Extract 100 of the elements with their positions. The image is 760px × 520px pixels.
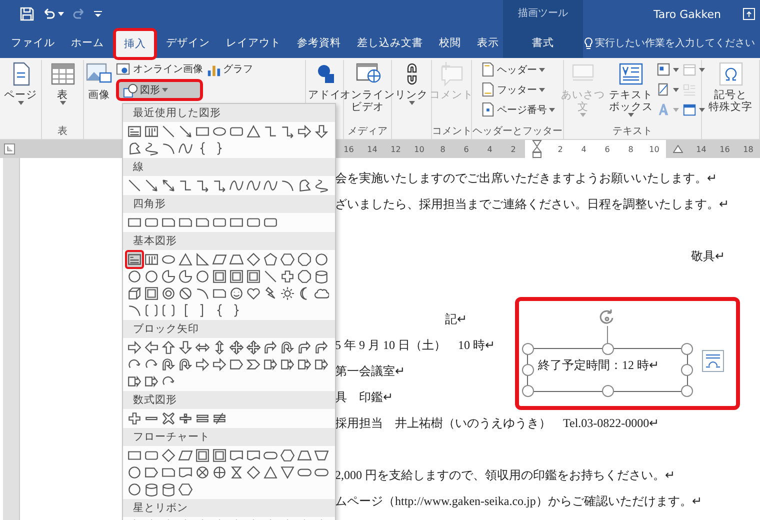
- cylinder-icon[interactable]: [144, 482, 159, 497]
- frame-icon[interactable]: [212, 269, 227, 284]
- save-icon[interactable]: [20, 7, 34, 21]
- circle-icon[interactable]: [195, 269, 210, 284]
- frame-icon[interactable]: [229, 269, 244, 284]
- oval-icon[interactable]: [212, 124, 227, 139]
- indent-marker-icon[interactable]: [532, 140, 542, 158]
- curve-icon[interactable]: [229, 178, 244, 193]
- parallelogram-icon[interactable]: [212, 252, 227, 267]
- elbow-connector-icon[interactable]: [263, 124, 278, 139]
- u-turn-arrow-icon[interactable]: [161, 357, 176, 372]
- arrow-line-icon[interactable]: [144, 178, 159, 193]
- frame-icon[interactable]: [212, 448, 227, 463]
- four-way-arrow-icon[interactable]: [246, 340, 261, 355]
- triangle-icon[interactable]: [263, 465, 278, 480]
- trapezoid-icon[interactable]: [229, 252, 244, 267]
- scribble-icon[interactable]: [314, 178, 329, 193]
- diamond-icon[interactable]: [161, 448, 176, 463]
- pentagon-arrow-icon[interactable]: [229, 357, 244, 372]
- ribbon-tab[interactable]: 表示: [470, 28, 506, 58]
- resize-handle[interactable]: [522, 364, 534, 376]
- freeform-icon[interactable]: [127, 141, 142, 156]
- document-shape-icon[interactable]: [178, 465, 193, 480]
- arrow-callout-icon[interactable]: [144, 374, 159, 389]
- undo-icon[interactable]: [42, 7, 56, 21]
- ribbon-button[interactable]: 記号と 特殊文字: [708, 60, 754, 113]
- ribbon-tab[interactable]: 参考資料: [290, 28, 348, 58]
- right-arrow-icon[interactable]: [212, 357, 227, 372]
- ribbon-button[interactable]: グラフ: [206, 60, 253, 78]
- cloud-icon[interactable]: [314, 286, 329, 301]
- text-box-icon[interactable]: [125, 250, 144, 269]
- ribbon-button[interactable]: テキスト ボックス: [608, 60, 654, 117]
- oval-icon[interactable]: [161, 252, 176, 267]
- arrow-callout-icon[interactable]: [280, 357, 295, 372]
- parallelogram-icon[interactable]: [178, 448, 193, 463]
- circle-icon[interactable]: [144, 269, 159, 284]
- document-shape-icon[interactable]: [229, 448, 244, 463]
- u-turn-arrow-icon[interactable]: [178, 357, 193, 372]
- right-arrow-icon[interactable]: [195, 357, 210, 372]
- rectangle-icon[interactable]: [195, 124, 210, 139]
- elbow-arrow-icon[interactable]: [280, 124, 295, 139]
- tab-selector-icon[interactable]: [4, 143, 15, 155]
- cylinder-icon[interactable]: [314, 269, 329, 284]
- vertical-text-box-icon[interactable]: [144, 252, 159, 267]
- pie-icon[interactable]: [161, 269, 176, 284]
- divide-icon[interactable]: [178, 411, 193, 426]
- pie-icon[interactable]: [178, 269, 193, 284]
- ribbon-button[interactable]: ヘッダー: [480, 60, 555, 79]
- circle-icon[interactable]: [127, 482, 142, 497]
- not-equal-icon[interactable]: [212, 411, 227, 426]
- text-box-icon[interactable]: [127, 124, 142, 139]
- trapezoid-icon[interactable]: [314, 448, 329, 463]
- circle-icon[interactable]: [127, 269, 142, 284]
- donut-icon[interactable]: [161, 286, 176, 301]
- right-arrow-icon[interactable]: [127, 340, 142, 355]
- resize-handle[interactable]: [681, 385, 693, 397]
- right-indent-marker-icon[interactable]: [672, 145, 683, 153]
- up-arrow-icon[interactable]: [161, 340, 176, 355]
- triangle-icon[interactable]: [246, 124, 261, 139]
- frame-icon[interactable]: [246, 269, 261, 284]
- ribbon-button[interactable]: オンライン ビデオ: [339, 60, 396, 113]
- octagon-icon[interactable]: [297, 252, 312, 267]
- elbow-arrow-icon[interactable]: [212, 178, 227, 193]
- bent-arrow-icon[interactable]: [297, 340, 312, 355]
- curve-icon[interactable]: [263, 178, 278, 193]
- pentagon-icon[interactable]: [263, 252, 278, 267]
- scribble-icon[interactable]: [144, 141, 159, 156]
- bracket-pair-icon[interactable]: [161, 303, 176, 318]
- arc-icon[interactable]: [280, 178, 295, 193]
- cube-icon[interactable]: [127, 286, 142, 301]
- octagon-icon[interactable]: [297, 269, 312, 284]
- ribbon-button[interactable]: オンライン画像: [116, 60, 203, 78]
- layout-options-icon[interactable]: [702, 350, 724, 372]
- heart-icon[interactable]: [246, 286, 261, 301]
- left-arrow-icon[interactable]: [144, 340, 159, 355]
- plus-icon[interactable]: [127, 411, 142, 426]
- u-turn-arrow-icon[interactable]: [280, 340, 295, 355]
- down-arrow-icon[interactable]: [314, 124, 329, 139]
- down-arrow-icon[interactable]: [178, 340, 193, 355]
- frame-icon[interactable]: [144, 286, 159, 301]
- right-arrow-icon[interactable]: [297, 124, 312, 139]
- bent-arrow-icon[interactable]: [314, 340, 329, 355]
- diamond-icon[interactable]: [246, 252, 261, 267]
- lightning-icon[interactable]: [263, 286, 278, 301]
- rectangle-icon[interactable]: [127, 215, 142, 230]
- customize-toolbar-icon[interactable]: [94, 10, 102, 18]
- pentagon-arrow-icon[interactable]: [144, 465, 159, 480]
- ribbon-tab[interactable]: ファイル: [4, 28, 62, 58]
- ribbon-tab[interactable]: 差し込み文書: [350, 28, 430, 58]
- ribbon-tab[interactable]: ホーム: [64, 28, 111, 58]
- ribbon-button[interactable]: 画像: [84, 60, 114, 101]
- user-name[interactable]: Taro Gakken: [654, 8, 721, 20]
- circle-icon[interactable]: [314, 252, 329, 267]
- caret-icon[interactable]: [58, 12, 64, 16]
- resize-handle[interactable]: [602, 343, 614, 355]
- four-way-arrow-icon[interactable]: [229, 340, 244, 355]
- arc-icon[interactable]: [161, 141, 176, 156]
- smiley-icon[interactable]: [229, 286, 244, 301]
- ribbon-tab[interactable]: 校閲: [432, 28, 468, 58]
- ribbon-button[interactable]: フッター: [480, 80, 555, 99]
